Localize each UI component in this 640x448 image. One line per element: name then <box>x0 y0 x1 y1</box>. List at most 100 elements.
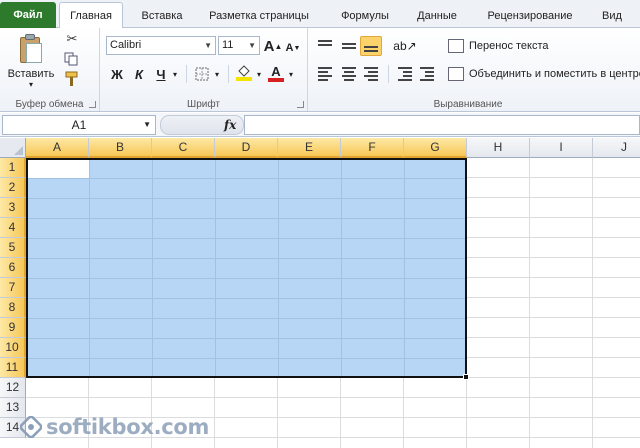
format-painter-icon[interactable] <box>62 70 82 88</box>
chevron-down-icon[interactable]: ▾ <box>286 64 296 84</box>
row-header-9[interactable]: 9 <box>0 318 26 338</box>
row-header-1[interactable]: 1 <box>0 158 26 178</box>
row-header-8[interactable]: 8 <box>0 298 26 318</box>
clipboard-group: Вставить ▾ ✂ Буфер обмена <box>0 28 100 111</box>
tab-review[interactable]: Рецензирование <box>476 4 584 28</box>
toolbar-separator <box>186 65 187 83</box>
grow-font-button[interactable]: A ▲ <box>263 36 283 56</box>
font-color-swatch <box>268 77 284 82</box>
font-size-value: 11 <box>222 39 234 51</box>
row-header-4[interactable]: 4 <box>0 218 26 238</box>
fill-color-button[interactable] <box>234 63 254 83</box>
font-dialog-launcher[interactable] <box>297 101 304 108</box>
clipboard-dialog-launcher[interactable] <box>89 101 96 108</box>
row-header-2[interactable]: 2 <box>0 178 26 198</box>
column-header-f[interactable]: F <box>341 138 404 158</box>
italic-button[interactable]: К <box>130 64 148 84</box>
merge-center-label: Объединить и поместить в центре <box>469 68 640 80</box>
formula-bar: A1 ▼ fx <box>0 113 640 137</box>
orientation-icon[interactable]: ab↗ <box>393 36 416 56</box>
ribbon-tab-bar: Файл Главная Вставка Разметка страницы Ф… <box>0 0 640 29</box>
paste-icon <box>18 34 44 64</box>
scissors-icon[interactable]: ✂ <box>62 30 82 48</box>
chevron-down-icon[interactable]: ▾ <box>254 64 264 84</box>
column-header-e[interactable]: E <box>278 138 341 158</box>
align-left-icon[interactable] <box>314 64 336 84</box>
gridline <box>592 158 593 448</box>
name-box[interactable]: A1 ▼ <box>2 115 156 135</box>
tab-page-layout[interactable]: Разметка страницы <box>199 4 319 28</box>
increase-indent-icon[interactable] <box>416 64 438 84</box>
merge-icon <box>448 67 464 81</box>
alignment-group-label: Выравнивание <box>433 99 503 110</box>
underline-button[interactable]: Ч <box>152 64 170 84</box>
wrap-text-button[interactable]: Перенос текста <box>448 36 549 56</box>
middle-align-icon[interactable] <box>338 36 360 56</box>
paste-button[interactable]: Вставить ▾ <box>6 32 56 98</box>
row-header-5[interactable]: 5 <box>0 238 26 258</box>
watermark: softikbox.com <box>19 410 210 444</box>
column-header-h[interactable]: H <box>467 138 530 158</box>
tab-view[interactable]: Вид <box>592 4 632 28</box>
chevron-down-icon[interactable]: ▾ <box>212 64 222 84</box>
font-family-value: Calibri <box>110 39 142 51</box>
column-header-b[interactable]: B <box>89 138 152 158</box>
row-header-10[interactable]: 10 <box>0 338 26 358</box>
chevron-down-icon[interactable]: ▾ <box>170 64 180 84</box>
top-align-icon[interactable] <box>314 36 336 56</box>
alignment-group: ab↗ Перенос текста Объединить и поместит… <box>308 28 640 111</box>
column-header-j[interactable]: J <box>593 138 640 158</box>
fill-handle[interactable] <box>463 374 469 380</box>
font-group: Calibri ▼ 11 ▼ A ▲ A ▼ Ж К Ч ▾ ▾ ▾ A ▾ Шри… <box>100 28 308 111</box>
gridline <box>26 397 640 398</box>
align-center-icon[interactable] <box>338 64 360 84</box>
column-header-d[interactable]: D <box>215 138 278 158</box>
paint-bucket-icon <box>238 65 250 77</box>
tab-data[interactable]: Данные <box>408 4 466 28</box>
chevron-down-icon[interactable]: ▼ <box>143 116 151 134</box>
decrease-indent-icon[interactable] <box>394 64 416 84</box>
font-group-label: Шрифт <box>187 99 220 110</box>
column-header-c[interactable]: C <box>152 138 215 158</box>
wrap-text-icon <box>448 39 464 53</box>
worksheet-grid[interactable]: A B C D E F G H I J 1 2 3 4 5 6 7 8 9 10… <box>0 138 640 448</box>
gridline <box>529 158 530 448</box>
formula-input[interactable] <box>244 115 640 135</box>
softikbox-logo-icon <box>19 415 43 439</box>
tab-home[interactable]: Главная <box>59 2 123 29</box>
font-color-button[interactable]: A <box>266 63 286 83</box>
row-header-12[interactable]: 12 <box>0 378 26 398</box>
font-size-select[interactable]: 11 ▼ <box>218 36 260 55</box>
column-header-a[interactable]: A <box>26 138 89 158</box>
row-header-7[interactable]: 7 <box>0 278 26 298</box>
tab-file[interactable]: Файл <box>0 2 56 28</box>
tab-insert[interactable]: Вставка <box>133 4 191 28</box>
tab-formulas[interactable]: Формулы <box>330 4 400 28</box>
row-header-11[interactable]: 11 <box>0 358 26 378</box>
merge-center-button[interactable]: Объединить и поместить в центре <box>448 64 640 84</box>
bottom-align-icon[interactable] <box>360 36 382 56</box>
row-header-6[interactable]: 6 <box>0 258 26 278</box>
selected-range[interactable] <box>26 158 467 378</box>
copy-icon[interactable] <box>62 50 82 68</box>
insert-function-button[interactable]: fx <box>224 115 236 135</box>
active-cell-a1[interactable] <box>28 160 89 178</box>
column-header-g[interactable]: G <box>404 138 467 158</box>
font-family-select[interactable]: Calibri ▼ <box>106 36 216 55</box>
align-right-icon[interactable] <box>360 64 382 84</box>
chevron-down-icon: ▼ <box>204 41 212 50</box>
paste-label: Вставить <box>7 68 55 80</box>
watermark-text: softikbox.com <box>46 415 210 439</box>
row-header-3[interactable]: 3 <box>0 198 26 218</box>
column-header-i[interactable]: I <box>530 138 593 158</box>
chevron-down-icon[interactable]: ▾ <box>29 80 33 89</box>
toolbar-separator <box>388 65 389 83</box>
select-all-button[interactable] <box>0 138 26 158</box>
cell-area[interactable] <box>26 158 640 448</box>
toolbar-separator <box>228 65 229 83</box>
wrap-text-label: Перенос текста <box>469 40 549 52</box>
shrink-font-button[interactable]: A ▼ <box>284 38 302 58</box>
clipboard-group-label: Буфер обмена <box>15 99 84 110</box>
bold-button[interactable]: Ж <box>108 64 126 84</box>
borders-icon[interactable] <box>192 64 212 84</box>
